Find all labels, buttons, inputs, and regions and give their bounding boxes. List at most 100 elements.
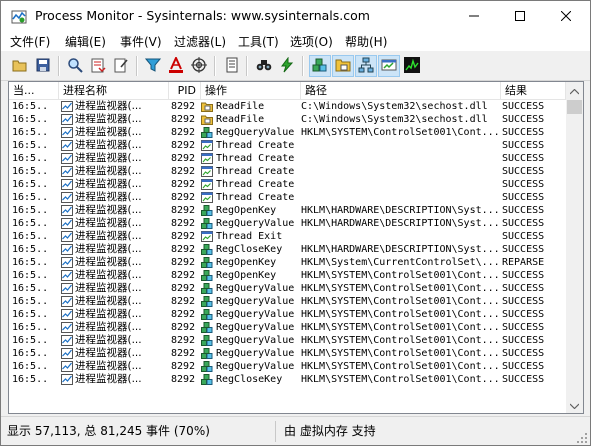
- event-pid: 8292: [171, 283, 196, 294]
- process-icon: [61, 270, 73, 281]
- file-activity-toggle[interactable]: [332, 55, 354, 77]
- menu-tools[interactable]: 工具(T): [238, 33, 279, 50]
- column-result[interactable]: 结果: [501, 82, 566, 99]
- memory-backing-status: 由 虚拟内存 支持: [284, 424, 376, 438]
- menu-options[interactable]: 选项(O): [290, 33, 333, 50]
- registry-activity-toggle[interactable]: [309, 55, 331, 77]
- event-operation: RegQueryValue: [216, 283, 295, 294]
- status-bar: 显示 57,113, 总 81,245 事件 (70%) 由 虚拟内存 支持: [1, 416, 590, 445]
- maximize-button[interactable]: [497, 1, 543, 31]
- registry-icon: [201, 348, 213, 359]
- menu-file[interactable]: 文件(F): [10, 33, 50, 50]
- clear-button[interactable]: [110, 55, 132, 77]
- column-process[interactable]: 进程名称: [59, 82, 169, 99]
- process-icon: [61, 283, 73, 294]
- event-path: [301, 178, 499, 191]
- autoscroll-button[interactable]: [87, 55, 109, 77]
- event-row[interactable]: 16:5... 进程监视器(... 8292 ReadFile C:\Windows\S…: [9, 113, 566, 126]
- event-process-name: 进程监视器(...: [75, 191, 142, 203]
- thread-icon: [201, 166, 213, 177]
- event-row[interactable]: 16:5... 进程监视器(... 8292 RegQueryValue HKLM\SY…: [9, 126, 566, 139]
- menu-help[interactable]: 帮助(H): [345, 33, 387, 50]
- include-process-button[interactable]: [188, 55, 210, 77]
- event-result: SUCCESS: [502, 244, 545, 255]
- event-path: HKLM\SYSTEM\ControlSet001\Cont...: [301, 296, 499, 307]
- event-process-name: 进程监视器(...: [75, 139, 142, 151]
- process-icon: [61, 335, 73, 346]
- event-row[interactable]: 16:5... 进程监视器(... 8292 RegOpenKey HKLM\HARDW…: [9, 204, 566, 217]
- column-pid[interactable]: PID: [169, 82, 201, 99]
- scroll-thumb[interactable]: [567, 100, 582, 114]
- event-time: 16:5...: [12, 296, 48, 307]
- event-operation: Thread Create: [216, 179, 295, 190]
- registry-icon: [201, 257, 213, 268]
- event-row[interactable]: 16:5... 进程监视器(... 8292 RegCloseKey HKLM\SYST…: [9, 373, 566, 386]
- event-row[interactable]: 16:5... 进程监视器(... 8292 Thread Create SUCCESS: [9, 139, 566, 152]
- event-row[interactable]: 16:5... 进程监视器(... 8292 Thread Create SUCCESS: [9, 165, 566, 178]
- event-time: 16:5...: [12, 179, 48, 190]
- event-process-name: 进程监视器(...: [75, 256, 142, 268]
- file-icon: [201, 101, 213, 112]
- column-time[interactable]: 当...: [9, 82, 59, 99]
- toolbar-separator: [136, 56, 138, 76]
- event-row[interactable]: 16:5... 进程监视器(... 8292 RegQueryValue HKLM\SY…: [9, 347, 566, 360]
- event-time: 16:5...: [12, 140, 48, 151]
- event-result: REPARSE: [502, 257, 545, 268]
- menu-event[interactable]: 事件(V): [120, 33, 162, 50]
- column-path[interactable]: 路径: [301, 82, 501, 99]
- event-row[interactable]: 16:5... 进程监视器(... 8292 Thread Create SUCCESS: [9, 178, 566, 191]
- highlight-icon: [168, 55, 184, 76]
- event-row[interactable]: 16:5... 进程监视器(... 8292 ReadFile C:\Windows\S…: [9, 100, 566, 113]
- event-row[interactable]: 16:5... 进程监视器(... 8292 Thread Create SUCCESS: [9, 152, 566, 165]
- menu-bar: 文件(F) 编辑(E) 事件(V) 过滤器(L) 工具(T) 选项(O) 帮助(…: [1, 31, 590, 51]
- event-pid: 8292: [171, 309, 196, 320]
- menu-edit[interactable]: 编辑(E): [65, 33, 106, 50]
- network-activity-icon: [358, 57, 374, 76]
- event-process-name: 进程监视器(...: [75, 360, 142, 372]
- event-row[interactable]: 16:5... 进程监视器(... 8292 RegQueryValue HKLM\SY…: [9, 334, 566, 347]
- scroll-down-button[interactable]: [566, 396, 583, 413]
- save-button[interactable]: [32, 55, 54, 77]
- event-operation: RegQueryValue: [216, 361, 295, 372]
- filter-button[interactable]: [142, 55, 164, 77]
- column-operation[interactable]: 操作: [201, 82, 301, 99]
- minimize-button[interactable]: [451, 1, 497, 31]
- title-bar[interactable]: Process Monitor - Sysinternals: www.sysi…: [1, 1, 590, 31]
- event-row[interactable]: 16:5... 进程监视器(... 8292 Thread Exit SUCCESS: [9, 230, 566, 243]
- registry-icon: [201, 270, 213, 281]
- process-icon: [61, 348, 73, 359]
- vertical-scrollbar[interactable]: [566, 82, 583, 413]
- event-row[interactable]: 16:5... 进程监视器(... 8292 RegQueryValue HKLM\SY…: [9, 360, 566, 373]
- resize-grip-icon[interactable]: [577, 433, 588, 444]
- event-pid: 8292: [171, 374, 196, 385]
- event-process-name: 进程监视器(...: [75, 217, 142, 229]
- registry-icon: [201, 218, 213, 229]
- menu-filter[interactable]: 过滤器(L): [174, 33, 226, 50]
- find-button[interactable]: [253, 55, 275, 77]
- event-row[interactable]: 16:5... 进程监视器(... 8292 RegOpenKey HKLM\SYSTE…: [9, 269, 566, 282]
- event-time: 16:5...: [12, 322, 48, 333]
- event-row[interactable]: 16:5... 进程监视器(... 8292 RegQueryValue HKLM\SY…: [9, 295, 566, 308]
- process-tree-button[interactable]: [221, 55, 243, 77]
- scroll-up-button[interactable]: [566, 82, 583, 99]
- event-row[interactable]: 16:5... 进程监视器(... 8292 RegQueryValue HKLM\HA…: [9, 217, 566, 230]
- event-row[interactable]: 16:5... 进程监视器(... 8292 RegQueryValue HKLM\SY…: [9, 308, 566, 321]
- capture-button[interactable]: [64, 55, 86, 77]
- event-row[interactable]: 16:5... 进程监视器(... 8292 RegCloseKey HKLM\HARD…: [9, 243, 566, 256]
- event-pid: 8292: [171, 218, 196, 229]
- open-button[interactable]: [9, 55, 31, 77]
- event-row[interactable]: 16:5... 进程监视器(... 8292 RegOpenKey HKLM\Syste…: [9, 256, 566, 269]
- event-row[interactable]: 16:5... 进程监视器(... 8292 RegQueryValue HKLM\SY…: [9, 321, 566, 334]
- event-row[interactable]: 16:5... 进程监视器(... 8292 RegQueryValue HKLM\SY…: [9, 282, 566, 295]
- process-icon: [61, 309, 73, 320]
- profiling-events-toggle[interactable]: [401, 55, 423, 77]
- event-row[interactable]: 16:5... 进程监视器(... 8292 Thread Create SUCCESS: [9, 191, 566, 204]
- event-grid[interactable]: 当... 进程名称 PID 操作 路径 结果 16:5... 进程监视器(... 8…: [8, 81, 584, 414]
- network-activity-toggle[interactable]: [355, 55, 377, 77]
- highlight-button[interactable]: [165, 55, 187, 77]
- event-pid: 8292: [171, 348, 196, 359]
- jump-button[interactable]: [276, 55, 298, 77]
- process-activity-toggle[interactable]: [378, 55, 400, 77]
- file-activity-icon: [335, 57, 351, 76]
- close-button[interactable]: [543, 1, 589, 31]
